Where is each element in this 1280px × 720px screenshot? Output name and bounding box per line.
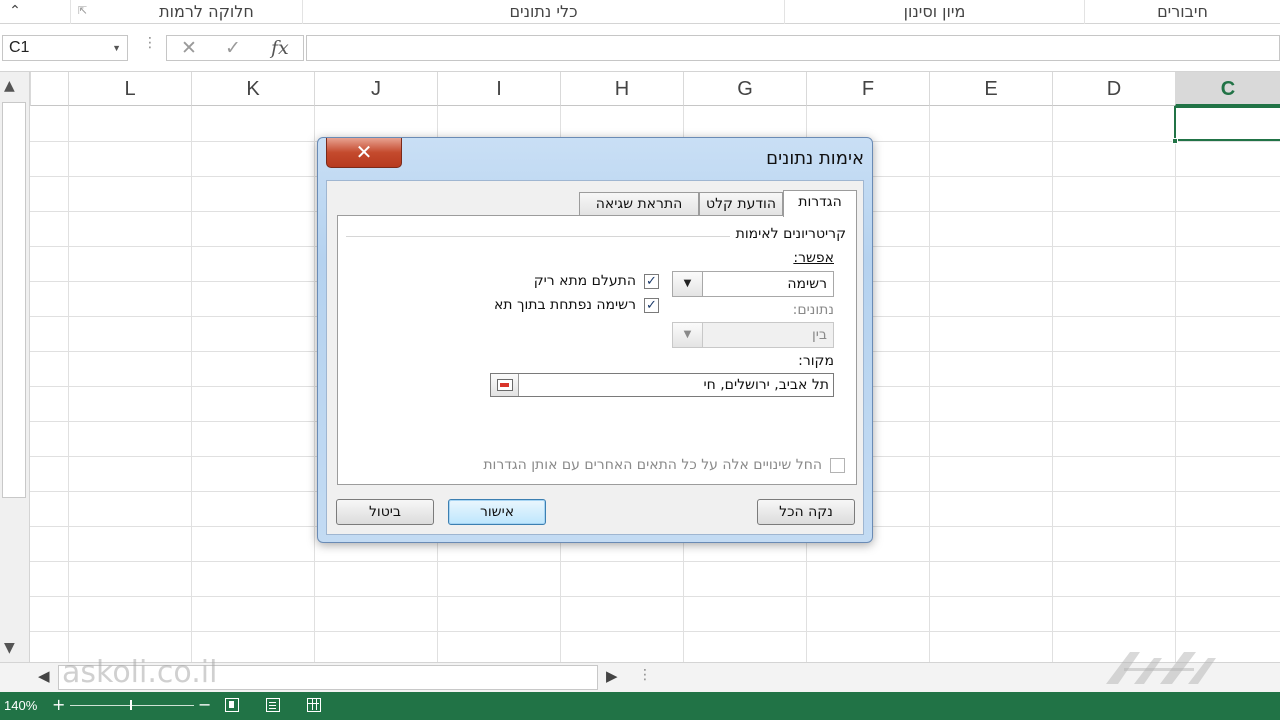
- zoom-slider-track[interactable]: [70, 705, 194, 706]
- watermark-text: askoli.co.il: [62, 655, 218, 690]
- fill-handle[interactable]: [1172, 138, 1178, 144]
- column-header-E[interactable]: E: [929, 72, 1052, 106]
- dialog-body: הגדרות הודעת קלט התראת שגיאה קריטריונים …: [326, 180, 864, 535]
- page-break-view-icon[interactable]: [225, 698, 239, 712]
- in-cell-dropdown-label: רשימה נפתחת בתוך תא: [493, 297, 636, 313]
- settings-panel: קריטריונים לאימות אפשר: רשימה ▼ ✓ התעלם …: [337, 215, 857, 485]
- dialog-title: אימות נתונים: [766, 148, 864, 169]
- column-header-C[interactable]: C: [1175, 72, 1280, 106]
- ok-button[interactable]: אישור: [448, 499, 546, 525]
- column-header-G[interactable]: G: [683, 72, 806, 106]
- column-header-J[interactable]: J: [314, 72, 437, 106]
- ribbon-group-connections[interactable]: חיבורים: [1084, 0, 1280, 24]
- allow-label: אפשר:: [793, 250, 834, 266]
- tab-input-message[interactable]: הודעת קלט: [699, 192, 783, 216]
- chevron-down-icon[interactable]: ▼: [673, 272, 703, 296]
- chevron-down-icon: ▼: [673, 323, 703, 347]
- more-options-icon[interactable]: ⋮: [143, 35, 157, 51]
- ribbon-group-data-tools[interactable]: כלי נתונים: [302, 0, 784, 24]
- range-selector-icon: [497, 379, 513, 391]
- insert-function-icon[interactable]: fx: [271, 37, 289, 59]
- ribbon-group-sort-filter[interactable]: מיון וסינון: [784, 0, 1084, 24]
- source-input[interactable]: תל אביב, ירושלים, חי: [490, 373, 834, 397]
- column-header-K[interactable]: K: [191, 72, 314, 106]
- chevron-down-icon[interactable]: ▼: [112, 36, 121, 60]
- column-header-H[interactable]: H: [560, 72, 683, 106]
- normal-view-icon[interactable]: [307, 698, 321, 712]
- scroll-left-icon[interactable]: ◀: [38, 667, 50, 685]
- source-label: מקור:: [798, 353, 834, 369]
- ribbon-group-outline[interactable]: חלוקה לרמות: [70, 0, 302, 24]
- scroll-down-icon[interactable]: ▼: [4, 640, 15, 656]
- data-select-value: בין: [811, 327, 827, 343]
- enter-entry-icon[interactable]: ✓: [225, 37, 241, 59]
- tab-settings[interactable]: הגדרות: [783, 190, 857, 217]
- zoom-level[interactable]: 140%: [4, 698, 37, 713]
- group-divider: [346, 236, 730, 237]
- apply-all-checkbox[interactable]: [830, 458, 845, 473]
- allow-select[interactable]: רשימה ▼: [672, 271, 834, 297]
- allow-select-value: רשימה: [787, 276, 827, 292]
- clear-all-button[interactable]: נקה הכל: [757, 499, 855, 525]
- data-label: נתונים:: [792, 302, 834, 318]
- zoom-in-icon[interactable]: +: [52, 695, 65, 714]
- brand-logo-icon: [1106, 652, 1216, 684]
- cancel-entry-icon[interactable]: ✕: [181, 37, 197, 59]
- ignore-blank-label: התעלם מתא ריק: [533, 273, 636, 289]
- cancel-button[interactable]: ביטול: [336, 499, 434, 525]
- selected-cell-C1[interactable]: [1174, 106, 1280, 141]
- column-header-I[interactable]: I: [437, 72, 560, 106]
- tab-error-alert[interactable]: התראת שגיאה: [579, 192, 699, 216]
- source-input-value: תל אביב, ירושלים, חי: [703, 377, 829, 393]
- formula-input[interactable]: [306, 35, 1280, 61]
- criteria-heading: קריטריונים לאימות: [735, 226, 846, 242]
- vertical-scrollbar[interactable]: ▲ ▼: [0, 72, 30, 662]
- zoom-out-icon[interactable]: −: [198, 695, 211, 714]
- close-icon: ✕: [355, 140, 373, 164]
- data-select: בין ▼: [672, 322, 834, 348]
- apply-all-label: החל שינויים אלה על כל התאים האחרים עם או…: [483, 457, 822, 473]
- formula-bar: C1 ▼ ⋮ ✕ ✓ fx: [0, 24, 1280, 72]
- ignore-blank-checkbox[interactable]: ✓: [644, 274, 659, 289]
- column-header-D[interactable]: D: [1052, 72, 1175, 106]
- ribbon-group-strip: ⌃ חיבורים מיון וסינון כלי נתונים חלוקה ל…: [0, 0, 1280, 24]
- zoom-slider-thumb[interactable]: [130, 700, 132, 710]
- data-validation-dialog: אימות נתונים ✕ הגדרות הודעת קלט התראת שג…: [317, 137, 873, 543]
- collapse-dialog-button[interactable]: [491, 374, 519, 396]
- collapse-ribbon-icon[interactable]: ⌃: [0, 0, 30, 24]
- status-bar: 140% + −: [0, 692, 1280, 720]
- dialog-launcher-icon[interactable]: ⇱: [78, 4, 87, 17]
- page-layout-view-icon[interactable]: [266, 698, 280, 712]
- column-header-blank: [30, 72, 68, 106]
- column-header-F[interactable]: F: [806, 72, 929, 106]
- close-dialog-button[interactable]: ✕: [326, 138, 402, 168]
- vertical-scroll-thumb[interactable]: [2, 102, 26, 498]
- split-handle-icon[interactable]: ⋮: [638, 667, 652, 683]
- name-box-value: C1: [9, 39, 30, 56]
- scroll-up-icon[interactable]: ▲: [4, 78, 15, 94]
- column-header-L[interactable]: L: [68, 72, 191, 106]
- name-box[interactable]: C1 ▼: [2, 35, 128, 61]
- in-cell-dropdown-checkbox[interactable]: ✓: [644, 298, 659, 313]
- formula-buttons: ✕ ✓ fx: [166, 35, 304, 61]
- scroll-right-icon[interactable]: ▶: [606, 667, 618, 685]
